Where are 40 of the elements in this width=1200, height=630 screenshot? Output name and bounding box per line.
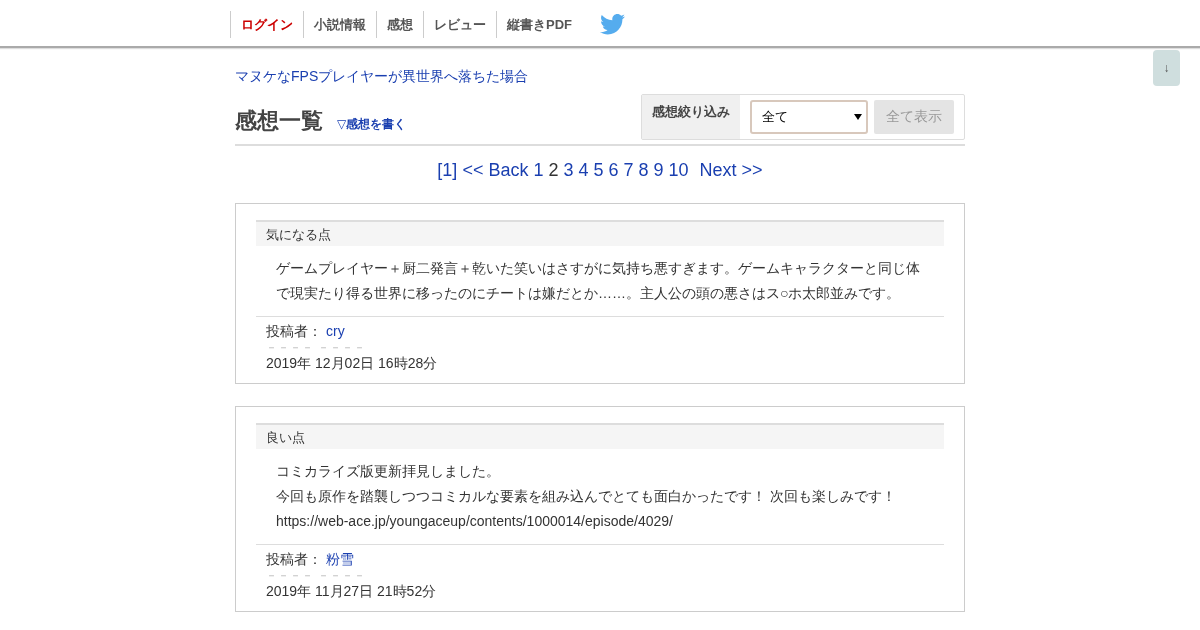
back-link[interactable]: << Back bbox=[462, 160, 529, 181]
current-page: 2 bbox=[548, 160, 559, 181]
nav-link[interactable]: 小説情報 bbox=[303, 11, 376, 38]
login-link[interactable]: ログイン bbox=[230, 11, 303, 38]
bird-icon[interactable] bbox=[600, 14, 625, 35]
scroll-down-button[interactable]: ↓ bbox=[1153, 50, 1180, 86]
separator-text: －－－－ －－－－ bbox=[266, 341, 368, 353]
nav-link[interactable]: 感想 bbox=[376, 11, 423, 38]
page-link[interactable]: 9 bbox=[653, 160, 664, 181]
caret-icon bbox=[854, 113, 862, 121]
filter-label: 感想絞り込み bbox=[642, 95, 740, 139]
author-label: 投稿者： bbox=[266, 551, 322, 567]
write-review-link[interactable]: ▽感想を書く bbox=[337, 116, 407, 133]
nav-link[interactable]: 縦書きPDF bbox=[496, 11, 582, 38]
post-date: 2019年 12月02日 16時28分 bbox=[266, 354, 439, 373]
comment-text: コミカライズ版更新拝見しました。 bbox=[276, 462, 501, 481]
page-link[interactable]: 8 bbox=[638, 160, 649, 181]
page-link[interactable]: 7 bbox=[623, 160, 634, 181]
page-link[interactable]: 5 bbox=[593, 160, 604, 181]
separator-text: －－－－ －－－－ bbox=[266, 569, 368, 581]
post-date: 2019年 11月27日 21時52分 bbox=[266, 582, 438, 601]
novel-title-link[interactable]: マヌケなFPSプレイヤーが異世界へ落ちた場合 bbox=[235, 68, 965, 86]
author-label: 投稿者： bbox=[266, 323, 322, 339]
page-link[interactable]: 1 bbox=[533, 160, 544, 181]
page-link[interactable]: 4 bbox=[578, 160, 589, 181]
comment-text: https://web-ace.jp/youngaceup/contents/1000014/episode/4029/ bbox=[276, 512, 674, 531]
comment-text: ゲームプレイヤー＋厨二発言＋乾いた笑いはさすがに気持ち悪すぎます。ゲームキャラクターと同じ体で現実たり得る世界に移ったのにチートは嫌だとか……。主人公の頭の悪さはス○ホ太郎並みです。 bbox=[276, 259, 921, 303]
nav-link[interactable]: レビュー bbox=[423, 11, 496, 38]
page-link[interactable]: 3 bbox=[563, 160, 574, 181]
page-heading: 感想一覧 bbox=[235, 107, 323, 135]
section-heading: 良い点 bbox=[256, 423, 944, 449]
next-link[interactable]: Next >> bbox=[699, 160, 763, 181]
author-link[interactable]: cry bbox=[326, 323, 345, 339]
section-heading: 気になる点 bbox=[256, 220, 944, 246]
page-link[interactable]: 10 bbox=[668, 160, 689, 181]
author-link[interactable]: 粉雪 bbox=[326, 551, 354, 567]
filter-dropdown[interactable]: 全て bbox=[750, 100, 868, 134]
page-link[interactable]: [1] bbox=[437, 160, 458, 181]
page-link[interactable]: 6 bbox=[608, 160, 619, 181]
comment-text: 今回も原作を踏襲しつつコミカルな要素を組み込んでとても面白かったです！ 次回も楽しみです！ bbox=[276, 487, 897, 506]
